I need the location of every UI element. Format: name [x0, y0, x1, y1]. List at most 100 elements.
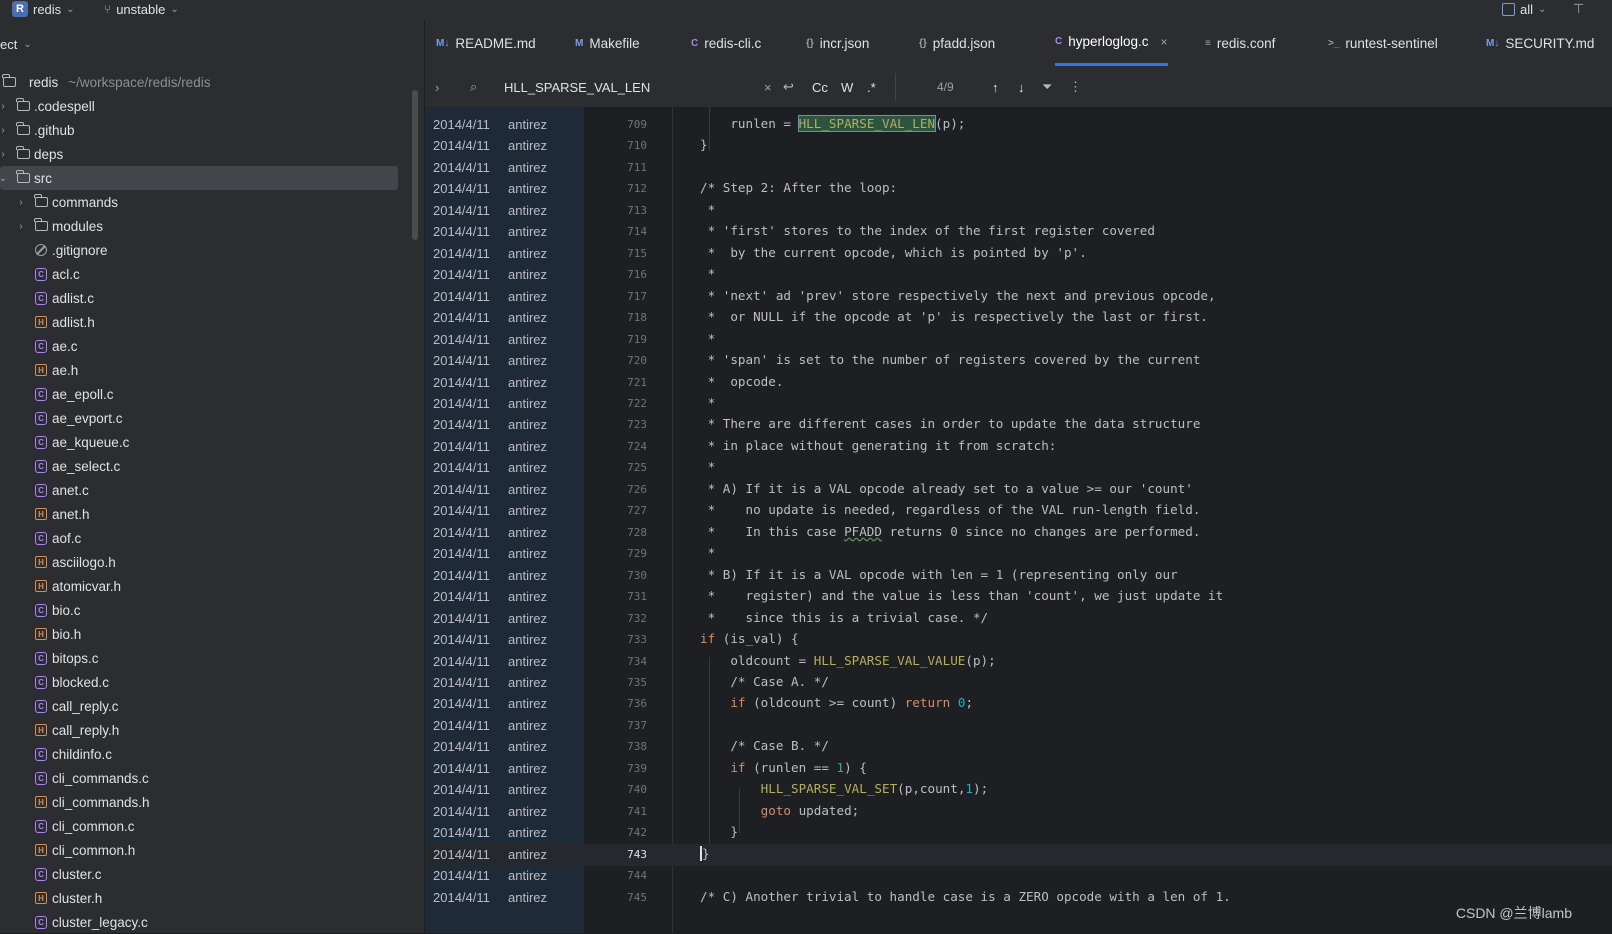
blame-author[interactable]: antirez [508, 160, 547, 175]
code-editor[interactable]: 2014/4/11 antirez 709 runlen = HLL_SPARSE_… [425, 107, 1612, 933]
code-line[interactable]: 2014/4/11 antirez 743} [425, 843, 1612, 866]
code-line[interactable]: 2014/4/11 antirez 739 if (runlen == 1) { [425, 758, 1612, 780]
blame-author[interactable]: antirez [508, 310, 547, 325]
previous-occurrence-icon[interactable]: ↑ [992, 78, 999, 96]
blame-date[interactable]: 2014/4/11 [433, 289, 490, 304]
code-line[interactable]: 2014/4/11 antirez 709 runlen = HLL_SPARSE_… [425, 114, 1612, 136]
tree-item-anet-h[interactable]: Hanet.h [0, 502, 398, 526]
tab-security-md[interactable]: M↓ SECURITY.md [1486, 20, 1594, 66]
multiline-icon[interactable]: ↩ [783, 78, 794, 96]
blame-date[interactable]: 2014/4/11 [433, 224, 490, 239]
tab-redis-cli-c[interactable]: Credis-cli.c [691, 20, 761, 66]
code-line[interactable]: 2014/4/11 antirez 729 * [425, 543, 1612, 565]
blame-date[interactable]: 2014/4/11 [433, 868, 490, 883]
blame-date[interactable]: 2014/4/11 [433, 825, 490, 840]
blame-date[interactable]: 2014/4/11 [433, 160, 490, 175]
code-line[interactable]: 2014/4/11 antirez 733 if (is_val) { [425, 629, 1612, 651]
blame-date[interactable]: 2014/4/11 [433, 890, 490, 905]
blame-author[interactable]: antirez [508, 138, 547, 153]
tree-item-cluster-c[interactable]: Ccluster.c [0, 862, 398, 886]
tree-item-bio-c[interactable]: Cbio.c [0, 598, 398, 622]
blame-author[interactable]: antirez [508, 611, 547, 626]
blame-author[interactable]: antirez [508, 761, 547, 776]
blame-date[interactable]: 2014/4/11 [433, 482, 490, 497]
blame-date[interactable]: 2014/4/11 [433, 739, 490, 754]
blame-author[interactable]: antirez [508, 782, 547, 797]
blame-author[interactable]: antirez [508, 804, 547, 819]
chevron-right-icon[interactable]: › [16, 221, 26, 232]
tab-hyperloglog-c[interactable]: Chyperloglog.c × [1055, 20, 1168, 66]
blame-date[interactable]: 2014/4/11 [433, 804, 490, 819]
code-line[interactable]: 2014/4/11 antirez 716 * [425, 264, 1612, 286]
match-case-toggle[interactable]: Cc [812, 78, 828, 96]
blame-date[interactable]: 2014/4/11 [433, 396, 490, 411]
blame-date[interactable]: 2014/4/11 [433, 332, 490, 347]
code-line[interactable]: 2014/4/11 antirez 711 [425, 157, 1612, 179]
code-line[interactable]: 2014/4/11 antirez 738 /* Case B. */ [425, 736, 1612, 758]
chevron-right-icon[interactable]: › [0, 125, 8, 136]
blame-author[interactable]: antirez [508, 847, 547, 862]
code-line[interactable]: 2014/4/11 antirez 728 * In this case PFADD… [425, 522, 1612, 544]
blame-author[interactable]: antirez [508, 890, 547, 905]
tree-item-cli-common-h[interactable]: Hcli_common.h [0, 838, 398, 862]
project-switcher[interactable]: R redis ⌄ [12, 0, 75, 18]
tree-item-adlist-h[interactable]: Hadlist.h [0, 310, 398, 334]
regex-toggle[interactable]: .* [867, 78, 876, 96]
code-line[interactable]: 2014/4/11 antirez 730 * B) If it is a VAL … [425, 565, 1612, 587]
code-line[interactable]: 2014/4/11 antirez 722 * [425, 393, 1612, 415]
blame-date[interactable]: 2014/4/11 [433, 460, 490, 475]
blame-date[interactable]: 2014/4/11 [433, 503, 490, 518]
tree-item-deps[interactable]: › deps [0, 142, 398, 166]
blame-date[interactable]: 2014/4/11 [433, 181, 490, 196]
branch-switcher[interactable]: ⑂ unstable ⌄ [104, 0, 179, 18]
tree-item-asciilogo-h[interactable]: Hasciilogo.h [0, 550, 398, 574]
blame-author[interactable]: antirez [508, 460, 547, 475]
tree-item-cluster-legacy-c[interactable]: Ccluster_legacy.c [0, 910, 398, 934]
blame-author[interactable]: antirez [508, 224, 547, 239]
blame-date[interactable]: 2014/4/11 [433, 761, 490, 776]
code-line[interactable]: 2014/4/11 antirez 742 } [425, 822, 1612, 844]
blame-date[interactable]: 2014/4/11 [433, 117, 490, 132]
blame-author[interactable]: antirez [508, 739, 547, 754]
blame-author[interactable]: antirez [508, 353, 547, 368]
blame-author[interactable]: antirez [508, 289, 547, 304]
close-tab-icon[interactable]: × [1161, 35, 1168, 49]
tab-redis-conf[interactable]: ≡ redis.conf [1205, 20, 1275, 66]
blame-author[interactable]: antirez [508, 718, 547, 733]
code-line[interactable]: 2014/4/11 antirez 723 * There are differen… [425, 414, 1612, 436]
tree-item-blocked-c[interactable]: Cblocked.c [0, 670, 398, 694]
code-line[interactable]: 2014/4/11 antirez 732 * since this is a tr… [425, 608, 1612, 630]
blame-author[interactable]: antirez [508, 417, 547, 432]
blame-date[interactable]: 2014/4/11 [433, 246, 490, 261]
tree-item-gitignore[interactable]: .gitignore [0, 238, 398, 262]
blame-author[interactable]: antirez [508, 267, 547, 282]
search-input[interactable]: HLL_SPARSE_VAL_LEN [504, 78, 754, 96]
blame-date[interactable]: 2014/4/11 [433, 203, 490, 218]
blame-author[interactable]: antirez [508, 525, 547, 540]
tree-item-commands[interactable]: › commands [0, 190, 398, 214]
blame-author[interactable]: antirez [508, 546, 547, 561]
blame-author[interactable]: antirez [508, 568, 547, 583]
blame-author[interactable]: antirez [508, 181, 547, 196]
blame-date[interactable]: 2014/4/11 [433, 782, 490, 797]
tree-item-ae-epoll-c[interactable]: Cae_epoll.c [0, 382, 398, 406]
code-line[interactable]: 2014/4/11 antirez 724 * in place without g… [425, 436, 1612, 458]
tree-item-modules[interactable]: › modules [0, 214, 398, 238]
sidebar-scrollbar[interactable] [412, 90, 418, 240]
blame-date[interactable]: 2014/4/11 [433, 632, 490, 647]
blame-date[interactable]: 2014/4/11 [433, 675, 490, 690]
chevron-right-icon[interactable]: › [0, 101, 8, 112]
blame-author[interactable]: antirez [508, 675, 547, 690]
blame-author[interactable]: antirez [508, 396, 547, 411]
expand-replace-icon[interactable]: › [435, 78, 439, 96]
tree-item-ae-h[interactable]: Hae.h [0, 358, 398, 382]
tree-item-ae-evport-c[interactable]: Cae_evport.c [0, 406, 398, 430]
code-line[interactable]: 2014/4/11 antirez 714 * 'first' stores to … [425, 221, 1612, 243]
tree-item-bio-h[interactable]: Hbio.h [0, 622, 398, 646]
blame-author[interactable]: antirez [508, 589, 547, 604]
tree-item-adlist-c[interactable]: Cadlist.c [0, 286, 398, 310]
tree-item-src[interactable]: ⌄ src [0, 166, 398, 190]
tab-incr-json[interactable]: {} incr.json [806, 20, 869, 66]
code-line[interactable]: 2014/4/11 antirez 740 HLL_SPARSE_VAL_SET(p… [425, 779, 1612, 801]
blame-author[interactable]: antirez [508, 868, 547, 883]
